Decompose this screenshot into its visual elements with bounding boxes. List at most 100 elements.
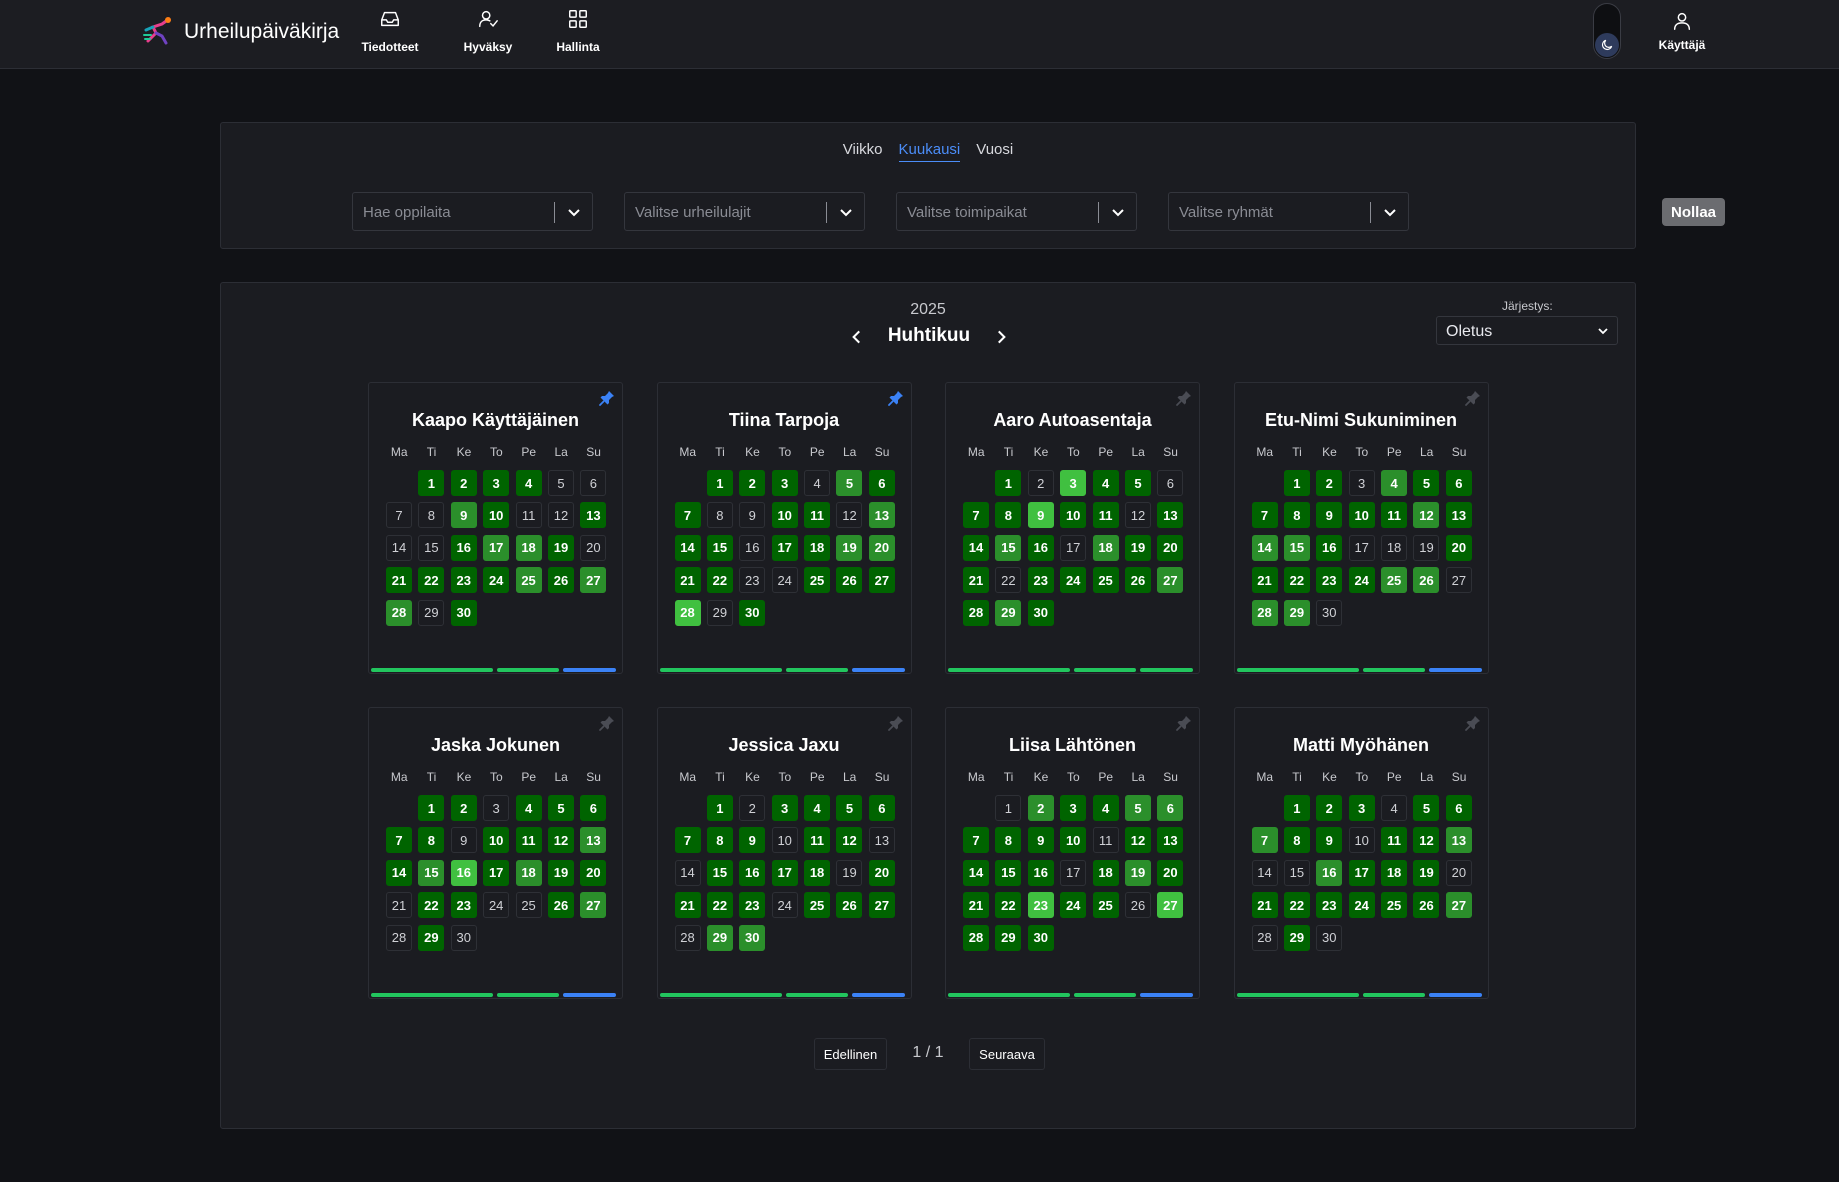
day-cell[interactable]: 21 (1251, 567, 1278, 594)
day-cell[interactable]: 4 (804, 470, 831, 496)
day-cell[interactable]: 5 (836, 795, 863, 821)
day-cell[interactable]: 2 (450, 470, 477, 496)
day-cell[interactable]: 29 (418, 924, 445, 951)
day-cell[interactable]: 22 (706, 892, 733, 919)
day-cell[interactable]: 26 (836, 892, 863, 919)
day-cell[interactable]: 7 (1251, 827, 1278, 854)
day-cell[interactable]: 10 (1348, 827, 1375, 854)
day-cell[interactable]: 11 (1092, 827, 1119, 854)
day-cell[interactable]: 22 (418, 567, 445, 594)
day-cell[interactable]: 23 (1316, 892, 1343, 919)
day-cell[interactable]: 21 (963, 892, 989, 919)
day-cell[interactable]: 26 (547, 892, 574, 919)
day-cell[interactable]: 2 (739, 795, 766, 821)
pin-icon[interactable] (598, 389, 616, 407)
day-cell[interactable]: 3 (483, 470, 510, 496)
day-cell[interactable]: 15 (995, 534, 1022, 561)
day-cell[interactable]: 2 (450, 795, 477, 821)
day-cell[interactable]: 18 (515, 859, 542, 886)
day-cell[interactable]: 14 (963, 534, 989, 561)
day-cell[interactable]: 23 (450, 892, 477, 919)
day-cell[interactable]: 21 (963, 567, 989, 594)
day-cell[interactable]: 24 (1060, 892, 1087, 919)
day-cell[interactable]: 16 (450, 534, 477, 561)
day-cell[interactable]: 10 (1060, 502, 1087, 529)
day-cell[interactable]: 12 (547, 502, 574, 529)
day-cell[interactable]: 5 (547, 470, 574, 496)
day-cell[interactable]: 18 (1381, 534, 1408, 561)
day-cell[interactable]: 4 (1381, 795, 1408, 821)
nav-tiedotteet[interactable]: Tiedotteet (361, 8, 419, 54)
day-cell[interactable]: 9 (1027, 502, 1054, 529)
day-cell[interactable]: 10 (771, 827, 798, 854)
day-cell[interactable]: 22 (995, 567, 1022, 594)
sort-select[interactable]: Oletus (1436, 316, 1618, 345)
day-cell[interactable]: 14 (674, 534, 701, 561)
day-cell[interactable]: 14 (386, 534, 412, 561)
day-cell[interactable]: 7 (963, 827, 989, 854)
nav-hallinta[interactable]: Hallinta (556, 8, 600, 54)
day-cell[interactable]: 24 (771, 567, 798, 594)
day-cell[interactable]: 3 (1348, 470, 1375, 496)
day-cell[interactable]: 26 (1413, 567, 1440, 594)
student-card[interactable]: Tiina Tarpoja Ma Ti Ke To Pe La Su 1 2 3 4 5 6 7 8 9 10 11… (656, 382, 912, 674)
day-cell[interactable]: 13 (1445, 502, 1472, 529)
day-cell[interactable]: 11 (515, 502, 542, 529)
day-cell[interactable]: 15 (1283, 534, 1310, 561)
student-card[interactable]: Liisa Lähtönen Ma Ti Ke To Pe La Su 1 2 3 4 5 6 7 8 9 10 1… (945, 707, 1200, 999)
day-cell[interactable]: 8 (418, 827, 445, 854)
day-cell[interactable]: 25 (1092, 567, 1119, 594)
day-cell[interactable]: 1 (418, 470, 445, 496)
day-cell[interactable]: 26 (547, 567, 574, 594)
day-cell[interactable]: 3 (1060, 795, 1087, 821)
location-select[interactable]: Valitse toimipaikat (896, 192, 1137, 231)
day-cell[interactable]: 5 (1413, 795, 1440, 821)
day-cell[interactable]: 20 (580, 534, 607, 561)
day-cell[interactable]: 19 (1124, 859, 1151, 886)
day-cell[interactable]: 8 (418, 502, 445, 529)
day-cell[interactable]: 22 (418, 892, 445, 919)
day-cell[interactable]: 19 (547, 534, 574, 561)
day-cell[interactable]: 13 (1157, 502, 1184, 529)
day-cell[interactable]: 11 (804, 502, 831, 529)
day-cell[interactable]: 16 (1027, 534, 1054, 561)
student-card[interactable]: Jessica Jaxu Ma Ti Ke To Pe La Su 1 2 3 4 5 6 7 8 9 10 11 1… (656, 707, 912, 999)
day-cell[interactable]: 12 (836, 502, 863, 529)
day-cell[interactable]: 13 (580, 827, 607, 854)
day-cell[interactable]: 12 (1413, 502, 1440, 529)
day-cell[interactable]: 1 (706, 470, 733, 496)
day-cell[interactable]: 11 (804, 827, 831, 854)
day-cell[interactable]: 20 (868, 534, 895, 561)
day-cell[interactable]: 29 (706, 924, 733, 951)
day-cell[interactable]: 20 (1445, 859, 1472, 886)
day-cell[interactable]: 24 (771, 892, 798, 919)
day-cell[interactable]: 25 (515, 567, 542, 594)
day-cell[interactable]: 10 (771, 502, 798, 529)
day-cell[interactable]: 5 (1124, 795, 1151, 821)
day-cell[interactable]: 20 (1157, 859, 1184, 886)
pin-icon[interactable] (1464, 389, 1482, 407)
day-cell[interactable]: 30 (739, 924, 766, 951)
day-cell[interactable]: 27 (580, 567, 607, 594)
day-cell[interactable]: 18 (1381, 859, 1408, 886)
tab-viikko[interactable]: Viikko (843, 141, 883, 162)
day-cell[interactable]: 8 (706, 502, 733, 529)
chevron-down-icon[interactable] (838, 204, 854, 220)
day-cell[interactable]: 23 (739, 892, 766, 919)
day-cell[interactable]: 15 (418, 534, 445, 561)
day-cell[interactable]: 16 (1316, 859, 1343, 886)
day-cell[interactable]: 17 (1348, 534, 1375, 561)
day-cell[interactable]: 8 (706, 827, 733, 854)
tab-vuosi[interactable]: Vuosi (976, 141, 1013, 162)
chevron-down-icon[interactable] (1382, 204, 1398, 220)
nav-hyvaksy[interactable]: Hyväksy (463, 8, 513, 54)
day-cell[interactable]: 28 (963, 924, 989, 951)
day-cell[interactable]: 23 (1027, 567, 1054, 594)
pin-icon[interactable] (1464, 714, 1482, 732)
day-cell[interactable]: 29 (1283, 924, 1310, 951)
day-cell[interactable]: 1 (1283, 470, 1310, 496)
day-cell[interactable]: 14 (674, 859, 701, 886)
student-card[interactable]: Kaapo Käyttäjäinen Ma Ti Ke To Pe La Su 1 2 3 4 5 6 7 8… (368, 382, 623, 674)
day-cell[interactable]: 19 (547, 859, 574, 886)
group-select[interactable]: Valitse ryhmät (1168, 192, 1409, 231)
